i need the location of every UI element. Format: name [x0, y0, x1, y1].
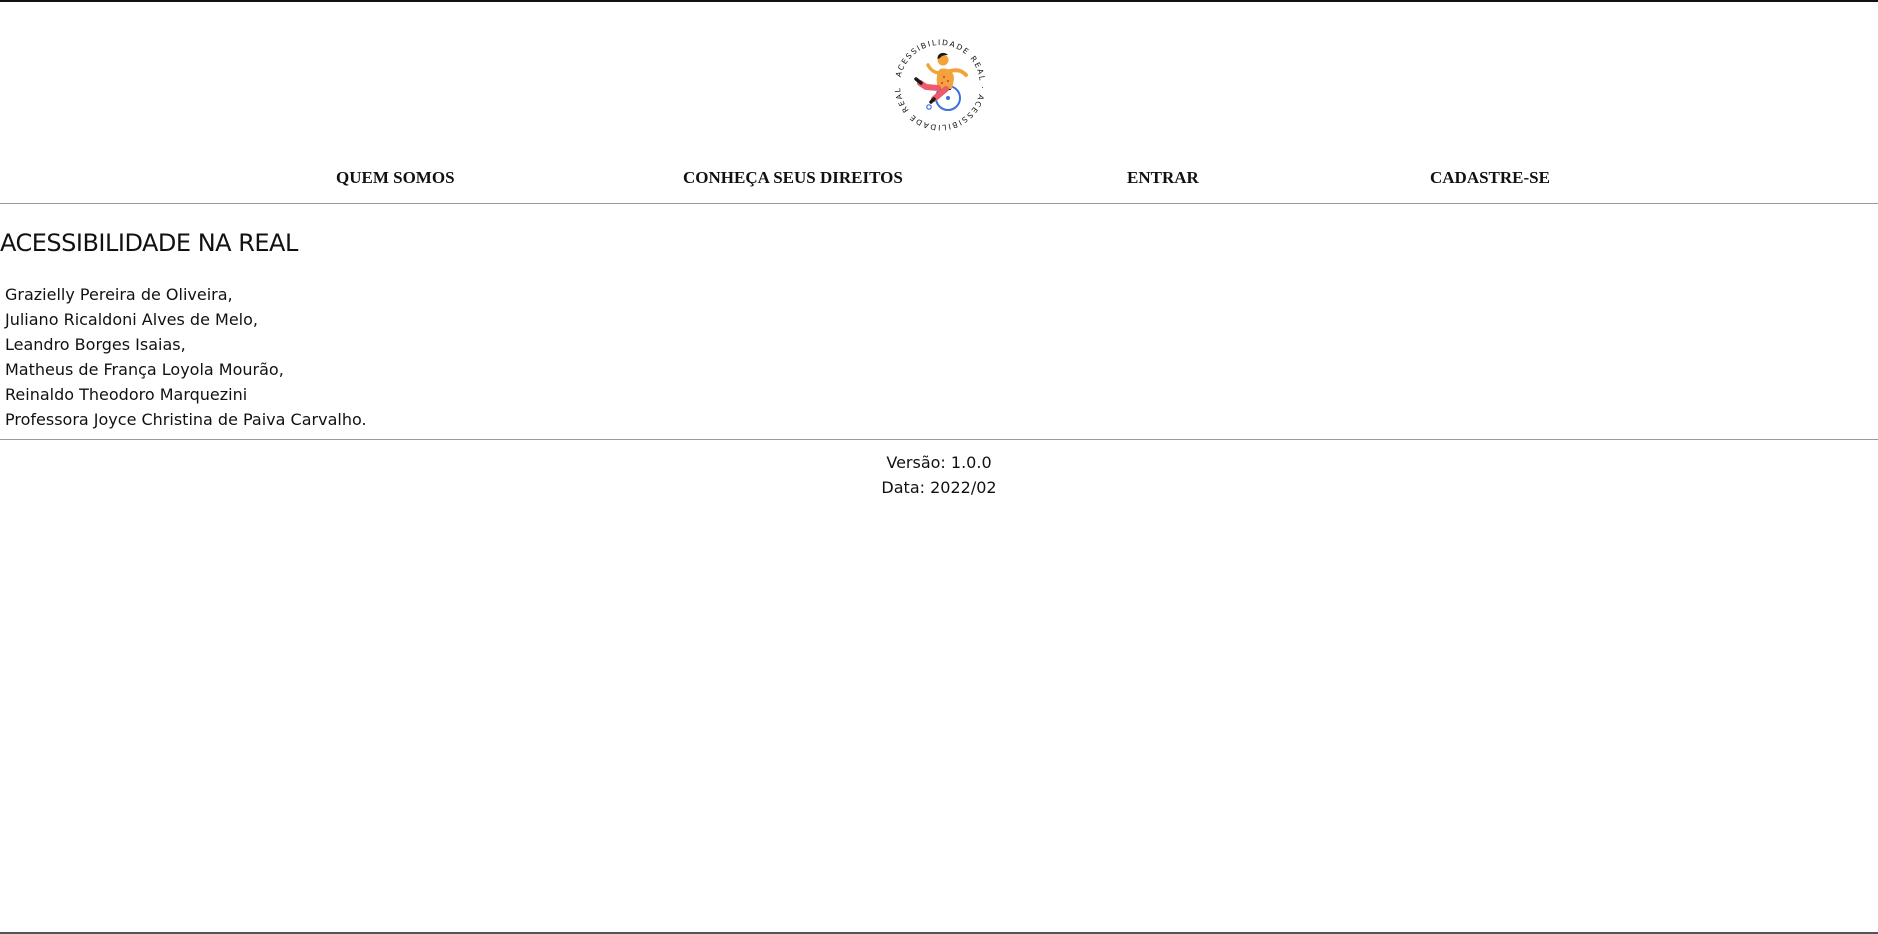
date-text: Data: 2022/02 — [881, 478, 997, 497]
site-logo[interactable]: ACESSIBILIDADE REAL · ACESSIBILIDADE REA… — [888, 33, 992, 137]
main-navigation: QUEM SOMOS CONHEÇA SEUS DIREITOS ENTRAR … — [0, 168, 1878, 194]
version-text: Versão: 1.0.0 — [886, 453, 992, 472]
author-item: Professora Joyce Christina de Paiva Carv… — [5, 410, 367, 429]
author-item: Matheus de França Loyola Mourão, — [5, 360, 284, 379]
nav-conheca-seus-direitos-link[interactable]: CONHEÇA SEUS DIREITOS — [683, 168, 903, 188]
nav-entrar-link[interactable]: ENTRAR — [1127, 168, 1199, 188]
header-divider — [0, 203, 1878, 204]
nav-cadastre-se-link[interactable]: CADASTRE-SE — [1430, 168, 1550, 188]
authors-list: Grazielly Pereira de Oliveira, Juliano R… — [5, 282, 367, 432]
author-item: Leandro Borges Isaias, — [5, 335, 186, 354]
author-item: Grazielly Pereira de Oliveira, — [5, 285, 233, 304]
author-item: Juliano Ricaldoni Alves de Melo, — [5, 310, 258, 329]
page-title: ACESSIBILIDADE NA REAL — [0, 229, 298, 257]
author-item: Reinaldo Theodoro Marquezini — [5, 385, 248, 404]
wheelchair-person-logo-icon: ACESSIBILIDADE REAL · ACESSIBILIDADE REA… — [888, 33, 985, 132]
footer: Versão: 1.0.0 Data: 2022/02 — [0, 450, 1878, 500]
nav-quem-somos-link[interactable]: QUEM SOMOS — [336, 168, 455, 188]
footer-divider — [0, 439, 1878, 440]
